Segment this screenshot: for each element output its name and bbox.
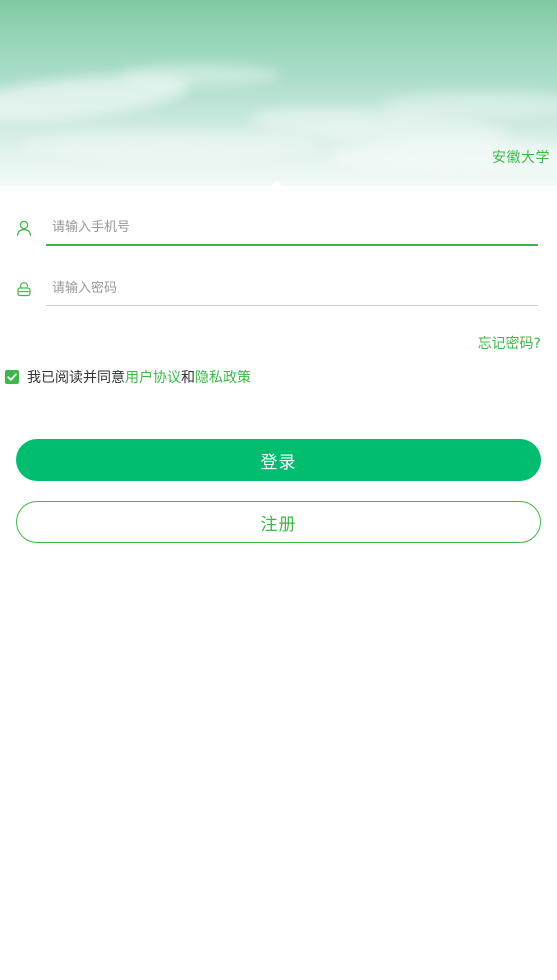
agreement-conjunction: 和 xyxy=(181,370,195,386)
login-button[interactable]: 登录 xyxy=(16,439,541,481)
cloud-decoration xyxy=(20,130,320,160)
user-icon xyxy=(16,220,32,236)
phone-field xyxy=(0,210,557,250)
password-field xyxy=(0,271,557,311)
university-name: 安徽大学 xyxy=(492,150,550,166)
phone-input[interactable] xyxy=(46,210,538,244)
privacy-policy-link[interactable]: 隐私政策 xyxy=(195,367,251,387)
user-agreement-link[interactable]: 用户协议 xyxy=(125,367,181,387)
check-icon xyxy=(7,373,17,381)
header-banner: 安徽大学 xyxy=(0,0,557,186)
cloud-decoration xyxy=(120,64,280,86)
phone-underline xyxy=(46,244,538,246)
banner-notch xyxy=(272,180,282,186)
lock-icon xyxy=(16,281,32,297)
password-input[interactable] xyxy=(46,271,538,305)
password-underline xyxy=(46,305,538,306)
agreement-prefix: 我已阅读并同意 xyxy=(27,370,125,386)
agreement-row: 我已阅读并同意 用户协议 和 隐私政策 xyxy=(5,368,251,386)
agreement-checkbox[interactable] xyxy=(5,370,19,384)
register-button[interactable]: 注册 xyxy=(16,501,541,543)
forgot-password-link[interactable]: 忘记密码? xyxy=(478,333,541,353)
